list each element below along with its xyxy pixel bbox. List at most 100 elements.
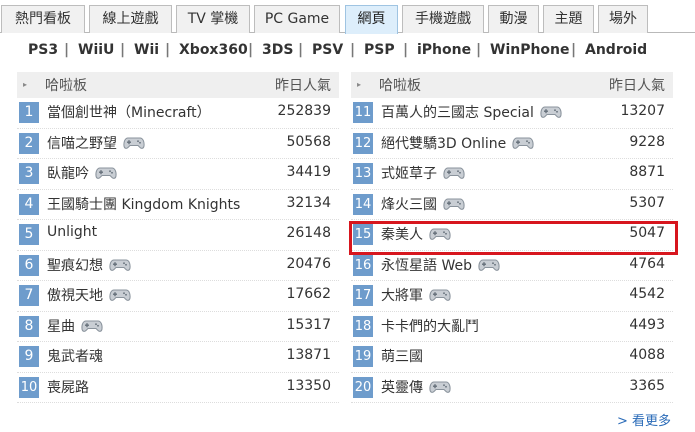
separator: | — [64, 42, 70, 58]
board-title-link[interactable]: 喪屍路 — [47, 377, 89, 397]
platform-link-psp[interactable]: PSP — [364, 42, 395, 58]
platform-link-3ds[interactable]: 3DS — [262, 42, 293, 58]
tab-topics[interactable]: 主題 — [543, 5, 594, 33]
platform-link-psv[interactable]: PSV — [312, 42, 343, 58]
rank-badge: 5 — [19, 224, 39, 245]
board-title-link[interactable]: 當個創世神（Minecraft） — [47, 102, 211, 122]
tab-online-games[interactable]: 線上遊戲 — [89, 5, 172, 33]
platform-link-wii[interactable]: Wii — [134, 42, 159, 58]
rank-badge: 9 — [19, 346, 39, 367]
ranking-row[interactable]: 18 卡卡們的大亂鬥 4493 — [351, 312, 673, 342]
board-title-link[interactable]: 大將軍 — [381, 285, 451, 305]
tab-web-games[interactable]: 網頁 — [345, 5, 398, 34]
ranking-header: ▸ 哈啦板 昨日人氣 — [17, 72, 339, 98]
tab-mobile-games[interactable]: 手機遊戲 — [402, 5, 484, 33]
board-title-link[interactable]: 永恆星語 Web — [381, 255, 500, 275]
platform-link-android[interactable]: Android — [585, 42, 647, 58]
board-title-link[interactable]: 卡卡們的大亂鬥 — [381, 316, 479, 336]
platform-link-ps3[interactable]: PS3 — [28, 42, 58, 58]
ranking-row[interactable]: 3 臥龍吟 34419 — [17, 159, 339, 190]
ranking-row[interactable]: 11 百萬人的三國志 Special 13207 — [351, 98, 673, 129]
ranking-row[interactable]: 20 英靈傳 3365 — [351, 373, 673, 403]
rank-badge: 4 — [19, 193, 39, 215]
board-title-link[interactable]: 式姬草子 — [381, 163, 465, 183]
board-title: 當個創世神（Minecraft） — [47, 105, 211, 121]
rank-badge: 16 — [353, 254, 373, 276]
tab-offtopic[interactable]: 場外 — [598, 5, 648, 33]
rank-badge: 3 — [19, 163, 39, 184]
popularity-count: 50568 — [286, 133, 331, 150]
board-title-link[interactable]: 絕代雙驕3D Online — [381, 133, 534, 153]
board-title: 鬼武者魂 — [47, 349, 103, 365]
see-more-link[interactable]: > 看更多 — [617, 410, 671, 429]
rank-badge: 20 — [353, 376, 373, 398]
tab-hot-boards[interactable]: 熱門看板 — [1, 5, 85, 33]
rank-badge: 12 — [353, 132, 373, 154]
board-title-link[interactable]: 秦美人 — [381, 224, 451, 244]
board-title: 聖痕幻想 — [47, 257, 103, 274]
board-title-link[interactable]: 信喵之野望 — [47, 133, 145, 153]
tab-tv-handheld[interactable]: TV 掌機 — [176, 5, 250, 33]
board-title-link[interactable]: 百萬人的三國志 Special — [381, 102, 562, 122]
board-title-link[interactable]: 聖痕幻想 — [47, 255, 131, 275]
ranking-row[interactable]: 8 星曲 15317 — [17, 312, 339, 342]
ranking-row[interactable]: 5 Unlight 26148 — [17, 220, 339, 251]
gamepad-icon — [540, 106, 562, 118]
separator: | — [571, 42, 577, 58]
tab-anime[interactable]: 動漫 — [488, 5, 539, 33]
ranking-row[interactable]: 1 當個創世神（Minecraft） 252839 — [17, 98, 339, 129]
gamepad-icon — [443, 198, 465, 210]
bullet-icon: ▸ — [23, 80, 28, 89]
board-title-link[interactable]: 星曲 — [47, 316, 103, 336]
ranking-row[interactable]: 10 喪屍路 13350 — [17, 373, 339, 403]
ranking-rows: 1 當個創世神（Minecraft） 252839 2 信喵之野望 50568 3 臥龍吟 34… — [17, 98, 339, 403]
popularity-count: 4542 — [629, 286, 665, 302]
board-title: Unlight — [47, 224, 98, 240]
ranking-row[interactable]: 4 王國騎士團 Kingdom Knights 32134 — [17, 190, 339, 220]
rank-badge: 1 — [19, 102, 39, 123]
ranking-row[interactable]: 9 鬼武者魂 13871 — [17, 342, 339, 373]
ranking-row[interactable]: 2 信喵之野望 50568 — [17, 129, 339, 159]
board-title-link[interactable]: 臥龍吟 — [47, 163, 117, 183]
platform-link-wiiu[interactable]: WiiU — [78, 42, 114, 58]
rank-badge: 6 — [19, 254, 39, 276]
ranking-row[interactable]: 14 烽火三國 5307 — [351, 190, 673, 220]
ranking-row[interactable]: 19 萌三國 4088 — [351, 342, 673, 373]
ranking-row[interactable]: 16 永恆星語 Web 4764 — [351, 251, 673, 281]
board-title: 萌三國 — [381, 349, 423, 365]
ranking-row[interactable]: 12 絕代雙驕3D Online 9228 — [351, 129, 673, 159]
popularity-count: 32134 — [286, 194, 331, 211]
platform-link-winphone[interactable]: WinPhone — [490, 42, 570, 58]
popularity-count: 13871 — [286, 347, 331, 363]
board-title: 臥龍吟 — [47, 166, 89, 182]
board-title-link[interactable]: 鬼武者魂 — [47, 346, 103, 366]
ranking-row[interactable]: 17 大將軍 4542 — [351, 281, 673, 312]
popularity-count: 15317 — [286, 316, 331, 333]
board-title-link[interactable]: 王國騎士團 Kingdom Knights — [47, 194, 240, 214]
gamepad-icon — [443, 167, 465, 179]
popularity-count: 4088 — [629, 347, 665, 363]
header-board-name: 哈啦板 — [45, 78, 87, 94]
board-title-link[interactable]: 萌三國 — [381, 346, 423, 366]
ranking-rows: 11 百萬人的三國志 Special 13207 12 絕代雙驕3D Online 922… — [351, 98, 673, 403]
ranking-row[interactable]: 6 聖痕幻想 20476 — [17, 251, 339, 281]
rank-badge: 11 — [353, 102, 373, 123]
separator: | — [248, 42, 254, 58]
gamepad-icon — [429, 289, 451, 301]
board-title-link[interactable]: 英靈傳 — [381, 377, 451, 397]
ranking-row[interactable]: 7 傲視天地 17662 — [17, 281, 339, 312]
rank-badge: 13 — [353, 163, 373, 184]
platform-link-iphone[interactable]: iPhone — [417, 42, 471, 58]
rank-badge: 18 — [353, 315, 373, 337]
board-title-link[interactable]: 傲視天地 — [47, 285, 131, 305]
board-title-link[interactable]: 烽火三國 — [381, 194, 465, 214]
gamepad-icon — [512, 137, 534, 149]
ranking-row[interactable]: 13 式姬草子 8871 — [351, 159, 673, 190]
ranking-row[interactable]: 15 秦美人 5047 — [351, 220, 673, 251]
tab-pc-game[interactable]: PC Game — [254, 5, 340, 33]
popularity-count: 4493 — [629, 316, 665, 333]
separator: | — [120, 42, 126, 58]
board-title: 秦美人 — [381, 227, 423, 243]
platform-link-xbox360[interactable]: Xbox360 — [179, 42, 248, 58]
board-title-link[interactable]: Unlight — [47, 224, 97, 240]
